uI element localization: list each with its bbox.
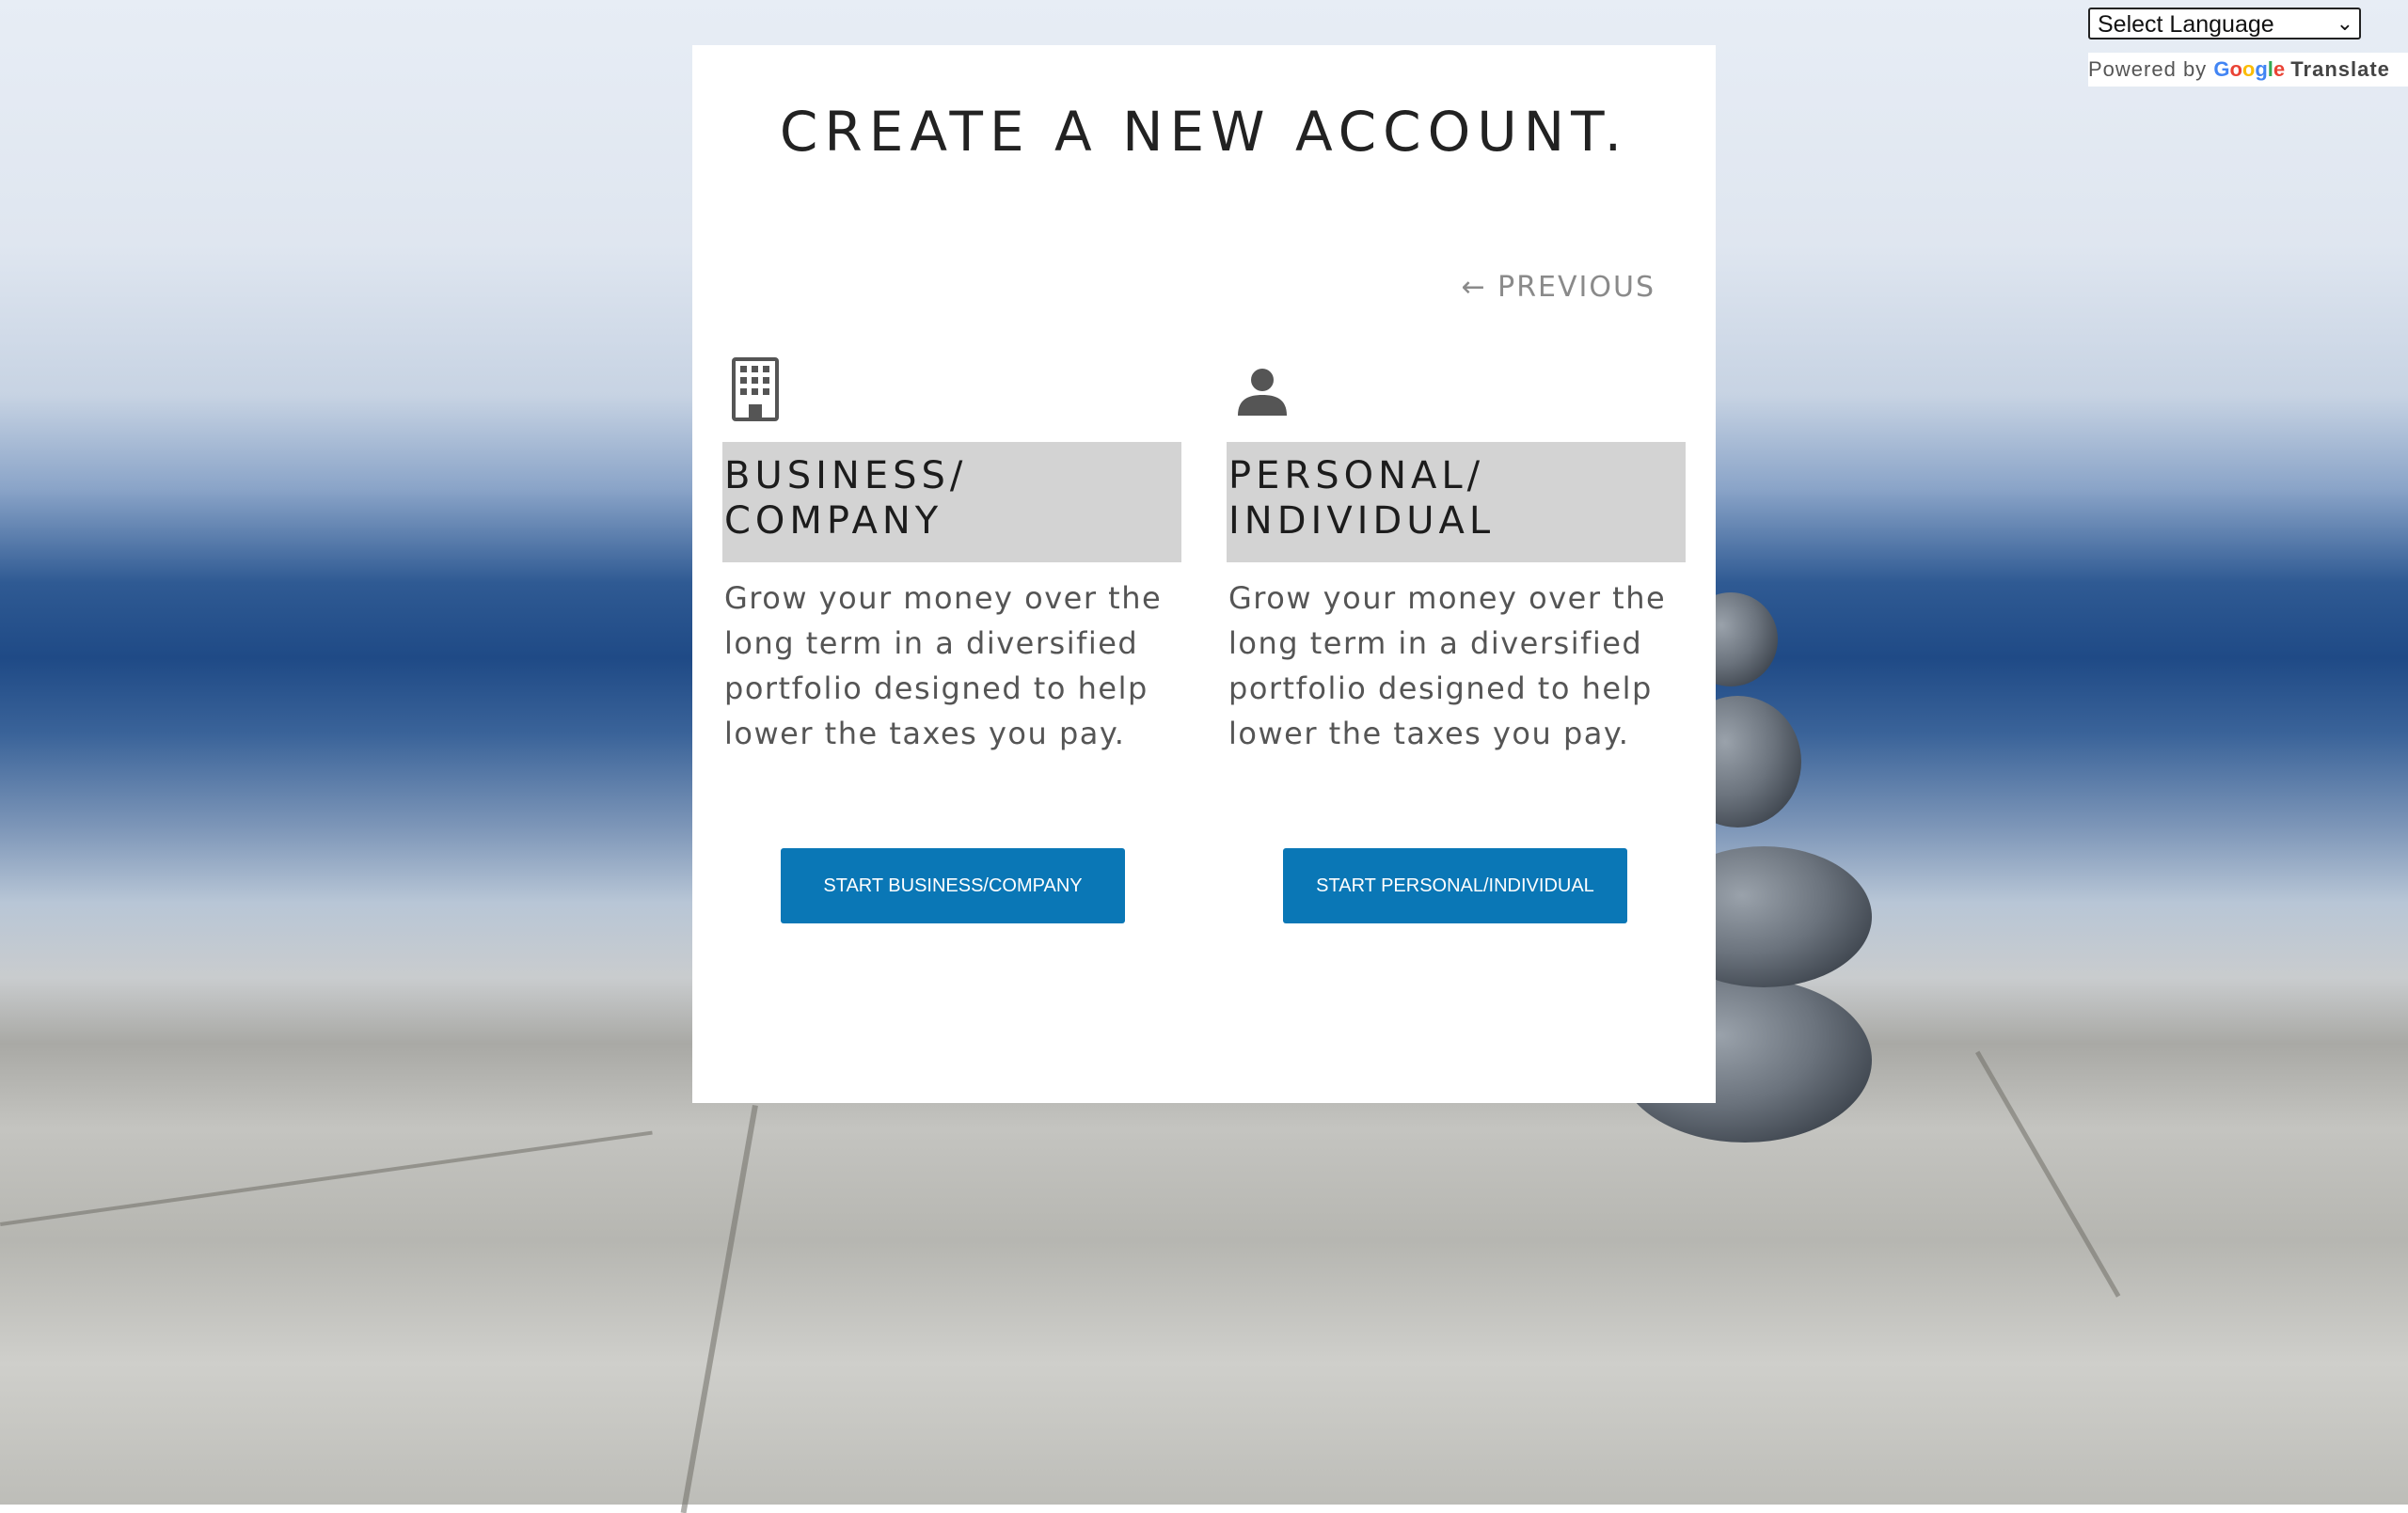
- page-title: CREATE A NEW ACCOUNT.: [779, 100, 1629, 164]
- powered-by-google: Powered by Google Translate: [2088, 53, 2408, 87]
- arrow-left-icon: ←: [1461, 271, 1487, 304]
- previous-link[interactable]: ← PREVIOUS: [1461, 271, 1656, 304]
- previous-label: PREVIOUS: [1497, 271, 1656, 304]
- google-logo: Google: [2213, 57, 2286, 81]
- personal-heading-line1: PERSONAL/: [1228, 454, 1485, 497]
- personal-heading-line2: INDIVIDUAL: [1228, 499, 1496, 543]
- plank-seam: [1975, 1050, 2121, 1298]
- language-select-label: Select Language: [2098, 11, 2274, 38]
- powered-by-label: Powered by: [2088, 57, 2208, 81]
- translate-link[interactable]: Translate: [2290, 57, 2390, 81]
- business-heading-line1: BUSINESS/: [724, 454, 968, 497]
- person-icon: [1238, 369, 1287, 416]
- start-business-button[interactable]: START BUSINESS/COMPANY: [781, 848, 1125, 923]
- plank-seam: [0, 1130, 653, 1226]
- plank-seam: [680, 1105, 758, 1513]
- chevron-down-icon: ⌄: [2336, 11, 2353, 35]
- account-type-card: CREATE A NEW ACCOUNT. ← PREVIOUS BUSINES…: [692, 45, 1716, 1103]
- start-personal-button[interactable]: START PERSONAL/INDIVIDUAL: [1283, 848, 1627, 923]
- business-description: Grow your money over the long term in a …: [724, 580, 1163, 751]
- building-icon: [732, 357, 779, 421]
- business-heading: BUSINESS/ COMPANY: [722, 442, 1181, 562]
- personal-description: Grow your money over the long term in a …: [1228, 580, 1667, 751]
- personal-heading: PERSONAL/ INDIVIDUAL: [1227, 442, 1686, 562]
- language-select[interactable]: Select Language ⌄: [2088, 8, 2361, 39]
- business-heading-line2: COMPANY: [724, 499, 943, 543]
